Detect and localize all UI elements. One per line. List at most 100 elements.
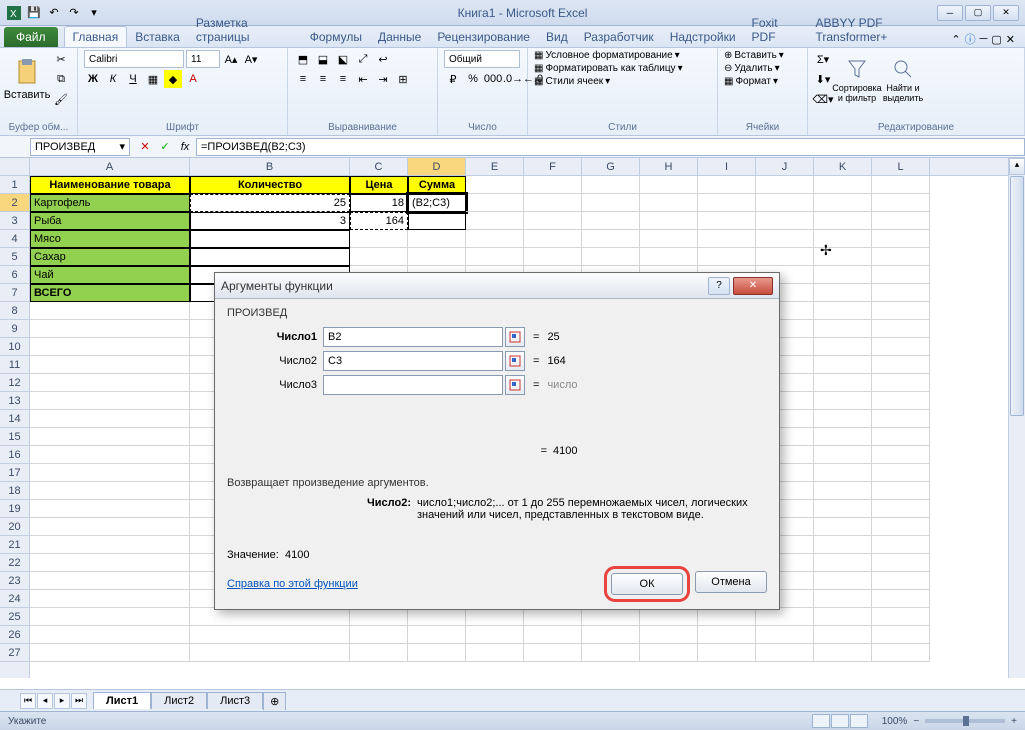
find-select-button[interactable]: Найти и выделить: [882, 50, 924, 110]
font-name[interactable]: Calibri: [84, 50, 184, 68]
format-painter-icon[interactable]: 🖌: [52, 90, 70, 108]
ribbon-minimize-icon[interactable]: ⌃: [951, 33, 960, 46]
tab-view[interactable]: Вид: [538, 27, 576, 47]
percent-icon[interactable]: %: [464, 70, 482, 88]
cell-b1[interactable]: Количество: [190, 176, 350, 194]
decrease-indent-icon[interactable]: ⇤: [354, 70, 372, 88]
arg3-input[interactable]: [323, 375, 503, 395]
conditional-formatting[interactable]: ▦ Условное форматирование ▾: [534, 50, 680, 61]
increase-font-icon[interactable]: A▴: [222, 50, 240, 68]
tab-page-layout[interactable]: Разметка страницы: [188, 13, 302, 47]
col-header-b[interactable]: B: [190, 158, 350, 175]
cell-d1[interactable]: Сумма: [408, 176, 466, 194]
doc-close-icon[interactable]: ✕: [1006, 33, 1015, 46]
col-header-c[interactable]: C: [350, 158, 408, 175]
maximize-button[interactable]: ▢: [965, 5, 991, 21]
inc-decimal-icon[interactable]: .0→: [504, 70, 522, 88]
dialog-help-button[interactable]: ?: [708, 277, 730, 295]
align-right-icon[interactable]: ≡: [334, 70, 352, 88]
enter-formula-icon[interactable]: ✓: [156, 138, 174, 156]
row-header-1[interactable]: 1: [0, 176, 29, 194]
redo-icon[interactable]: ↷: [66, 5, 82, 21]
format-as-table[interactable]: ▦ Форматировать как таблицу ▾: [534, 63, 683, 74]
paste-button[interactable]: Вставить: [6, 50, 48, 110]
underline-icon[interactable]: Ч: [124, 70, 142, 88]
increase-indent-icon[interactable]: ⇥: [374, 70, 392, 88]
row-header-2[interactable]: 2: [0, 194, 29, 212]
formula-input[interactable]: =ПРОИЗВЕД(B2;C3): [196, 138, 1025, 156]
cell-c1[interactable]: Цена: [350, 176, 408, 194]
copy-icon[interactable]: ⧉: [52, 70, 70, 88]
align-center-icon[interactable]: ≡: [314, 70, 332, 88]
align-middle-icon[interactable]: ⬓: [314, 50, 332, 68]
row-header-5[interactable]: 5: [0, 248, 29, 266]
border-icon[interactable]: ▦: [144, 70, 162, 88]
view-normal[interactable]: [812, 714, 830, 728]
close-button[interactable]: ✕: [993, 5, 1019, 21]
col-header-d[interactable]: D: [408, 158, 466, 175]
tab-abbyy[interactable]: ABBYY PDF Transformer+: [808, 13, 952, 47]
arg1-ref-button[interactable]: [505, 327, 525, 347]
select-all-corner[interactable]: [0, 158, 30, 176]
format-cells[interactable]: ▦ Формат ▾: [724, 76, 778, 87]
autosum-icon[interactable]: Σ▾: [814, 50, 832, 68]
currency-icon[interactable]: ₽: [444, 70, 462, 88]
sheet-nav-prev[interactable]: ◂: [37, 693, 53, 709]
tab-home[interactable]: Главная: [64, 26, 128, 47]
arg2-input[interactable]: [323, 351, 503, 371]
cell-a2[interactable]: Картофель: [30, 194, 190, 212]
sheet-tab-1[interactable]: Лист1: [93, 692, 151, 709]
row-header-3[interactable]: 3: [0, 212, 29, 230]
row-header-7[interactable]: 7: [0, 284, 29, 302]
view-page-break[interactable]: [850, 714, 868, 728]
tab-data[interactable]: Данные: [370, 27, 429, 47]
tab-formulas[interactable]: Формулы: [302, 27, 370, 47]
delete-cells[interactable]: ⊖ Удалить ▾: [724, 63, 780, 74]
orientation-icon[interactable]: ⤢: [354, 50, 372, 68]
sheet-nav-first[interactable]: ⏮: [20, 693, 36, 709]
dialog-close-button[interactable]: ✕: [733, 277, 773, 295]
zoom-slider[interactable]: [925, 719, 1005, 723]
doc-min-icon[interactable]: ─: [980, 33, 988, 45]
col-header-a[interactable]: A: [30, 158, 190, 175]
align-bottom-icon[interactable]: ⬕: [334, 50, 352, 68]
function-help-link[interactable]: Справка по этой функции: [227, 578, 358, 590]
row-header-4[interactable]: 4: [0, 230, 29, 248]
wrap-text-icon[interactable]: ↩: [374, 50, 392, 68]
cell-a3[interactable]: Рыба: [30, 212, 190, 230]
save-icon[interactable]: 💾: [26, 5, 42, 21]
tab-insert[interactable]: Вставка: [127, 27, 188, 47]
arg1-input[interactable]: [323, 327, 503, 347]
dialog-titlebar[interactable]: Аргументы функции ? ✕: [215, 273, 779, 299]
sheet-tab-3[interactable]: Лист3: [207, 692, 263, 709]
ok-button[interactable]: ОК: [611, 573, 683, 595]
arg2-ref-button[interactable]: [505, 351, 525, 371]
zoom-in-icon[interactable]: +: [1011, 716, 1017, 727]
cell-b3[interactable]: 3: [190, 212, 350, 230]
cell-c3[interactable]: 164: [350, 212, 408, 230]
cell-a1[interactable]: Наименование товара: [30, 176, 190, 194]
cancel-formula-icon[interactable]: ✕: [136, 138, 154, 156]
row-header-6[interactable]: 6: [0, 266, 29, 284]
insert-cells[interactable]: ⊕ Вставить ▾: [724, 50, 784, 61]
align-left-icon[interactable]: ≡: [294, 70, 312, 88]
cell-b2[interactable]: 25: [190, 194, 350, 212]
sheet-tab-2[interactable]: Лист2: [151, 692, 207, 709]
view-page-layout[interactable]: [831, 714, 849, 728]
fx-icon[interactable]: fx: [176, 138, 194, 156]
sheet-nav-next[interactable]: ▸: [54, 693, 70, 709]
merge-icon[interactable]: ⊞: [394, 70, 412, 88]
fill-color-icon[interactable]: ◆: [164, 70, 182, 88]
sheet-tab-new[interactable]: ⊕: [263, 692, 286, 710]
number-format[interactable]: Общий: [444, 50, 520, 68]
bold-icon[interactable]: Ж: [84, 70, 102, 88]
undo-icon[interactable]: ↶: [46, 5, 62, 21]
italic-icon[interactable]: К: [104, 70, 122, 88]
align-top-icon[interactable]: ⬒: [294, 50, 312, 68]
help-icon[interactable]: ⓘ: [965, 31, 976, 47]
comma-icon[interactable]: 000: [484, 70, 502, 88]
cell-styles[interactable]: ▦ Стили ячеек ▾: [534, 76, 610, 87]
arg3-ref-button[interactable]: [505, 375, 525, 395]
tab-foxit[interactable]: Foxit PDF: [744, 13, 808, 47]
tab-addins[interactable]: Надстройки: [662, 27, 744, 47]
